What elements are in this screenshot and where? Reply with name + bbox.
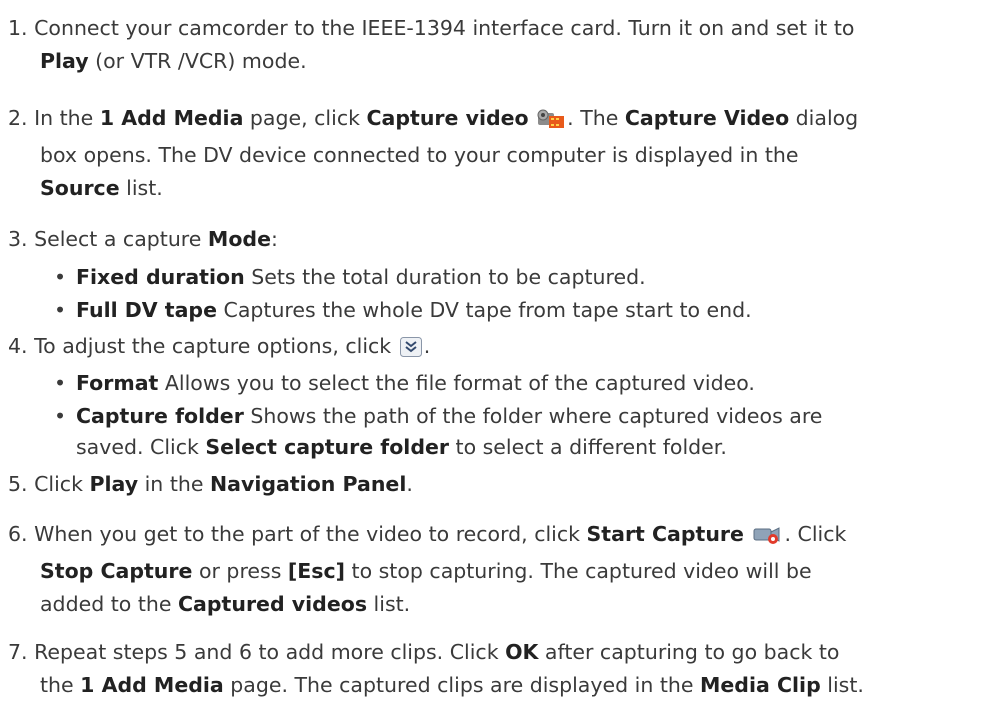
step-text: :: [270, 227, 278, 251]
bullet-text: Captures the whole DV tape from tape sta…: [217, 298, 752, 322]
bullet-bold: Fixed duration: [76, 265, 245, 289]
step-text: In the: [34, 106, 100, 130]
step-text: list.: [119, 176, 163, 200]
step-number: 2.: [8, 106, 28, 130]
step-bold: 1 Add Media: [99, 106, 244, 130]
step-number: 7.: [8, 640, 28, 664]
step-bold: Captured videos: [178, 592, 368, 616]
bullet-full-dv-tape: • Full DV tape Captures the whole DV tap…: [54, 295, 996, 326]
step-bold: [Esc]: [287, 559, 346, 583]
step-text: When you get to the part of the video to…: [34, 522, 587, 546]
bullet-bold: Full DV tape: [76, 298, 217, 322]
step-text: Repeat steps 5 and 6 to add more clips. …: [34, 640, 506, 664]
step-text: .: [423, 334, 431, 358]
step-number: 4.: [8, 334, 28, 358]
expand-options-icon: [399, 334, 422, 367]
step-text: list.: [367, 592, 411, 616]
bullet-bold: Capture folder: [76, 404, 244, 428]
step-3: 3. Select a capture Mode:: [8, 223, 998, 256]
step-text: added to the: [40, 592, 178, 616]
step-bold: Capture Video: [624, 106, 790, 130]
step-4: 4. To adjust the capture options, click …: [8, 330, 998, 367]
bullet-marker: •: [54, 371, 67, 395]
step-bold: Play: [40, 49, 89, 73]
step-text: box opens. The DV device connected to yo…: [40, 143, 799, 167]
step-text: .: [406, 472, 413, 496]
step-2: 2. In the 1 Add Media page, click Captur…: [8, 102, 998, 205]
step-number: 3.: [8, 227, 28, 251]
step-text: page. The captured clips are displayed i…: [223, 673, 700, 697]
step-bold: Play: [89, 472, 139, 496]
bullet-bold: Select capture folder: [205, 435, 450, 459]
step-bold: Mode: [207, 227, 271, 251]
step-bold: Source: [40, 176, 120, 200]
step-text: page, click: [243, 106, 367, 130]
step-text: the: [40, 673, 81, 697]
step-text: dialog: [789, 106, 859, 130]
step-bold: 1 Add Media: [80, 673, 224, 697]
step-text: . Click: [784, 522, 847, 546]
step-text: list.: [820, 673, 864, 697]
bullet-marker: •: [54, 298, 67, 322]
bullet-fixed-duration: • Fixed duration Sets the total duration…: [54, 262, 996, 293]
step-bold: Navigation Panel: [209, 472, 407, 496]
bullet-text: Allows you to select the file format of …: [158, 371, 755, 395]
bullet-text: Sets the total duration to be captured.: [244, 265, 646, 289]
step-bold: OK: [505, 640, 539, 664]
bullet-capture-folder: • Capture folder Shows the path of the f…: [54, 401, 996, 463]
step-text: (or VTR /VCR) mode.: [88, 49, 307, 73]
capture-video-icon: [537, 106, 565, 139]
step-bold: Start Capture: [586, 522, 744, 546]
step-number: 1.: [8, 16, 28, 40]
step-bold: Stop Capture: [40, 559, 193, 583]
step-6: 6. When you get to the part of the video…: [8, 518, 998, 621]
bullet-text: saved. Click: [76, 435, 206, 459]
document-page: 1. Connect your camcorder to the IEEE-13…: [0, 0, 1005, 706]
bullet-marker: •: [54, 265, 67, 289]
bullet-text: Shows the path of the folder where captu…: [243, 404, 823, 428]
step-number: 5.: [8, 472, 28, 496]
bullet-format: • Format Allows you to select the file f…: [54, 368, 996, 399]
step-text: or press: [192, 559, 288, 583]
step-number: 6.: [8, 522, 28, 546]
bullet-marker: •: [54, 404, 67, 428]
step-bold: Media Clip: [700, 673, 821, 697]
step-text: after capturing to go back to: [538, 640, 840, 664]
step-text: To adjust the capture options, click: [34, 334, 398, 358]
step-1: 1. Connect your camcorder to the IEEE-13…: [8, 12, 998, 78]
step-text: . The: [567, 106, 625, 130]
step-bold: Capture video: [366, 106, 529, 130]
step-5: 5. Click Play in the Navigation Panel.: [8, 468, 998, 501]
step-text: in the: [138, 472, 210, 496]
start-capture-icon: [752, 522, 782, 555]
bullet-bold: Format: [76, 371, 159, 395]
step-text: Select a capture: [34, 227, 208, 251]
bullet-text: to select a different folder.: [449, 435, 727, 459]
step-7: 7. Repeat steps 5 and 6 to add more clip…: [8, 636, 998, 702]
step-text: Click: [34, 472, 90, 496]
step-text: Connect your camcorder to the IEEE-1394 …: [34, 16, 855, 40]
step-text: to stop capturing. The captured video wi…: [345, 559, 812, 583]
